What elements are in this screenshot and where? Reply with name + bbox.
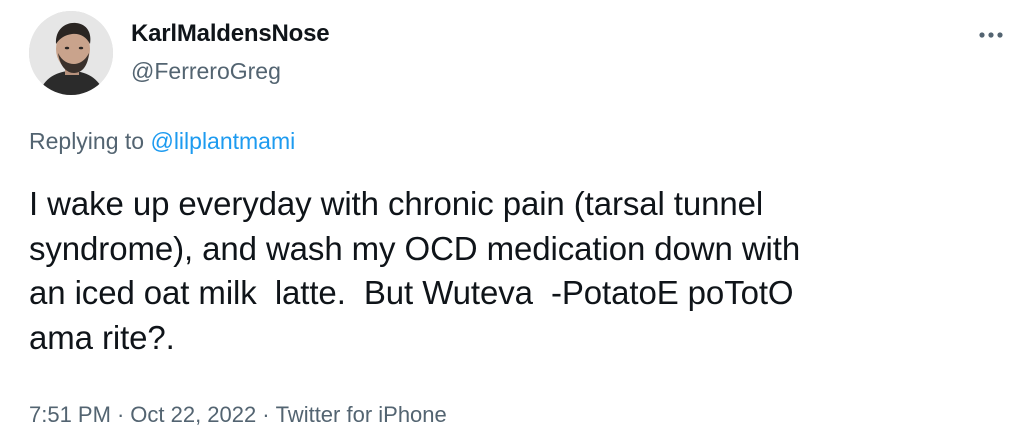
tweet: KarlMaldensNose @FerreroGreg Replying to… (0, 0, 1024, 444)
tweet-metadata: 7:51 PM · Oct 22, 2022 · Twitter for iPhone (29, 402, 447, 428)
profile-photo-icon (29, 11, 113, 95)
user-handle[interactable]: @FerreroGreg (131, 58, 281, 85)
meta-separator: · (262, 402, 270, 427)
replying-to-label: Replying to (29, 128, 151, 154)
avatar[interactable] (29, 11, 113, 95)
tweet-text-line: syndrome), and wash my OCD medication do… (29, 229, 801, 267)
tweet-text-line: ama rite?. (29, 318, 175, 356)
display-name[interactable]: KarlMaldensNose (131, 20, 330, 48)
tweet-date[interactable]: Oct 22, 2022 (130, 402, 256, 427)
more-options-button[interactable] (974, 18, 1008, 52)
tweet-text-line: I wake up everyday with chronic pain (ta… (29, 185, 764, 222)
meta-separator: · (116, 402, 125, 427)
tweet-source[interactable]: Twitter for iPhone (276, 402, 447, 427)
tweet-text: I wake up everyday with chronic pain (ta… (29, 182, 999, 360)
tweet-time[interactable]: 7:51 PM (29, 402, 111, 427)
replying-to-line: Replying to @lilplantmami (29, 128, 295, 155)
reply-mention-link[interactable]: @lilplantmami (150, 128, 295, 154)
tweet-text-line: an iced oat milk latte. But Wuteva -Pota… (29, 274, 794, 311)
more-options-icon (979, 32, 1003, 38)
